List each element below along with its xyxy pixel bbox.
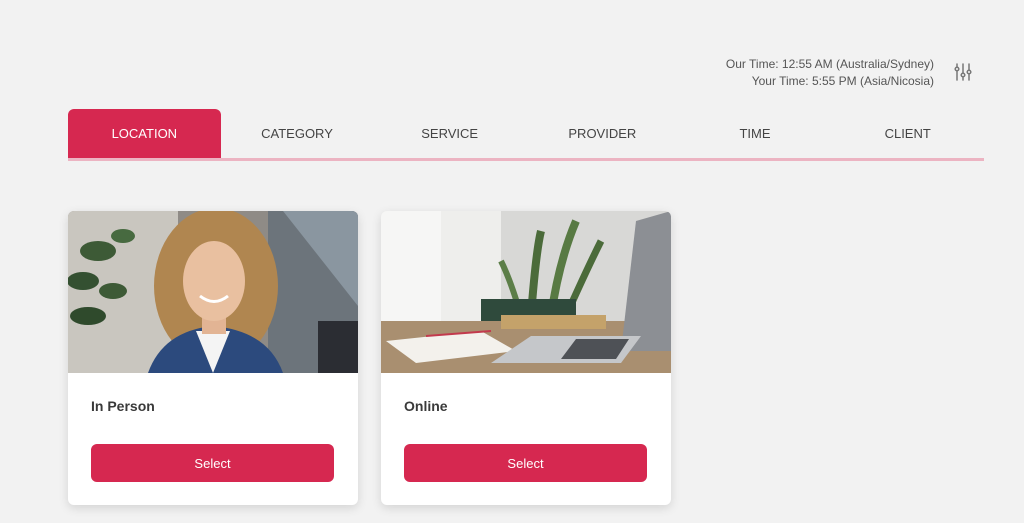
tab-service[interactable]: SERVICE	[373, 109, 526, 158]
woman-portrait-image	[68, 211, 358, 373]
location-name: In Person	[91, 398, 155, 414]
tab-provider[interactable]: PROVIDER	[526, 109, 679, 158]
tab-location[interactable]: LOCATION	[68, 109, 221, 158]
tab-category[interactable]: CATEGORY	[221, 109, 374, 158]
our-time-text: Our Time: 12:55 AM (Australia/Sydney)	[725, 57, 934, 71]
sliders-icon[interactable]	[953, 62, 973, 82]
tab-time[interactable]: TIME	[679, 109, 832, 158]
tab-client[interactable]: CLIENT	[831, 109, 984, 158]
timezone-info: Our Time: 12:55 AM (Australia/Sydney) Yo…	[726, 56, 934, 90]
your-time-text: Your Time: 5:55 PM (Asia/Nicosia)	[751, 74, 934, 88]
location-card-online: Online Select	[381, 211, 671, 505]
laptop-desk-image	[381, 211, 671, 373]
location-cards: In Person Select Online Select	[68, 211, 671, 505]
select-in-person-button[interactable]: Select	[91, 444, 334, 482]
select-online-button[interactable]: Select	[404, 444, 647, 482]
booking-steps: LOCATION CATEGORY SERVICE PROVIDER TIME …	[68, 109, 984, 161]
location-card-in-person: In Person Select	[68, 211, 358, 505]
location-name: Online	[404, 398, 448, 414]
